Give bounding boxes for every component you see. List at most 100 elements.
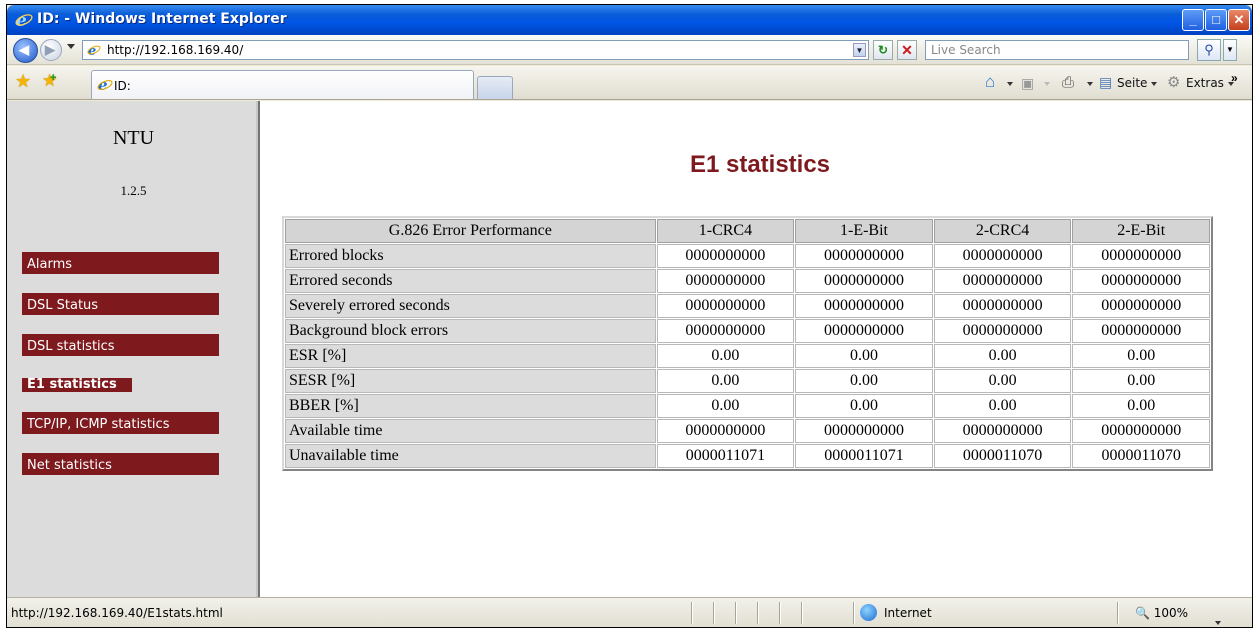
row-label: ESR [%] — [285, 344, 656, 368]
address-toolbar: ◀ ▶ e http://192.168.169.40/ ▼ ↻ ✕ Live … — [7, 35, 1252, 65]
page-content: NTU 1.2.5 Alarms DSL Status DSL statisti… — [7, 101, 1252, 597]
table-row: SESR [%] 0.00 0.00 0.00 0.00 — [285, 369, 1210, 393]
table-cell: 0000000000 — [795, 294, 933, 318]
sidebar-item-net-statistics[interactable]: Net statistics — [22, 453, 219, 475]
table-cell: 0000000000 — [795, 244, 933, 268]
search-input[interactable]: Live Search — [925, 40, 1189, 60]
forward-arrow-icon: ▶ — [45, 42, 55, 57]
feeds-icon[interactable]: ▣ — [1021, 75, 1034, 92]
table-cell: 0.00 — [933, 344, 1072, 368]
sidebar-item-dsl-status[interactable]: DSL Status — [22, 293, 219, 315]
table-cell: 0000000000 — [933, 319, 1072, 343]
table-cell: 0000011071 — [795, 444, 933, 468]
table-cell: 0000000000 — [656, 319, 795, 343]
table-cell: 0000000000 — [1072, 244, 1210, 268]
column-header: 1-CRC4 — [656, 219, 795, 243]
maximize-icon[interactable]: □ — [1205, 9, 1227, 31]
page-menu[interactable]: Seite — [1117, 76, 1158, 90]
row-label: Errored seconds — [285, 269, 656, 293]
status-divider — [691, 602, 693, 624]
table-cell: 0000000000 — [656, 294, 795, 318]
table-cell: 0000000000 — [933, 244, 1072, 268]
zoom-dropdown-icon[interactable] — [1215, 612, 1221, 627]
table-row: Errored seconds 0000000000 0000000000 00000… — [285, 269, 1210, 293]
table-row: Errored blocks 0000000000 0000000000 000000… — [285, 244, 1210, 268]
home-dropdown[interactable] — [1007, 76, 1013, 90]
address-url: http://192.168.169.40/ — [107, 43, 244, 57]
table-cell: 0000000000 — [933, 294, 1072, 318]
tab-command-bar: ★ ★ + e ID: ⌂ ▣ ⎙ ▤ Seite ⚙ Extras » — [7, 66, 1252, 100]
table-cell: 0.00 — [656, 344, 795, 368]
column-header: 2-E-Bit — [1072, 219, 1210, 243]
table-cell: 0.00 — [795, 394, 933, 418]
tab-active[interactable]: e ID: — [91, 70, 474, 99]
tools-menu[interactable]: Extras — [1186, 76, 1234, 90]
tools-gear-icon: ⚙ — [1167, 74, 1181, 91]
status-divider — [801, 602, 803, 624]
search-icon[interactable]: ⚲ — [1197, 39, 1221, 61]
sidebar-item-alarms[interactable]: Alarms — [22, 252, 219, 274]
table-row: Unavailable time 0000011071 0000011071 0000… — [285, 444, 1210, 468]
tools-menu-label: Extras — [1186, 76, 1224, 90]
table-row: Severely errored seconds 0000000000 000000… — [285, 294, 1210, 318]
ie-page-icon: e — [87, 44, 101, 57]
table-cell: 0000011070 — [933, 444, 1072, 468]
row-label: Unavailable time — [285, 444, 656, 468]
sidebar-version: 1.2.5 — [120, 183, 147, 198]
address-dropdown-icon[interactable]: ▼ — [853, 43, 866, 57]
favorites-star-icon[interactable]: ★ — [15, 71, 31, 92]
toolbar-overflow-icon[interactable]: » — [1231, 71, 1238, 85]
home-icon[interactable]: ⌂ — [985, 72, 995, 92]
table-cell: 0000011071 — [656, 444, 795, 468]
ie-tab-icon: e — [97, 77, 113, 93]
row-label: Errored blocks — [285, 244, 656, 268]
table-cell: 0000000000 — [933, 419, 1072, 443]
table-cell: 0000000000 — [656, 269, 795, 293]
sidebar-item-dsl-statistics[interactable]: DSL statistics — [22, 334, 219, 356]
search-options-icon[interactable]: ▼ — [1223, 39, 1237, 61]
table-cell: 0.00 — [933, 369, 1072, 393]
page-icon: ▤ — [1099, 74, 1113, 90]
ie-logo-icon: e — [15, 11, 33, 29]
status-divider — [1117, 602, 1119, 624]
row-label: SESR [%] — [285, 369, 656, 393]
table-cell: 0000000000 — [656, 244, 795, 268]
row-label: Available time — [285, 419, 656, 443]
address-input[interactable]: e http://192.168.169.40/ ▼ — [82, 40, 869, 60]
table-cell: 0000000000 — [795, 269, 933, 293]
zoom-level[interactable]: 🔍 100% — [1135, 606, 1188, 620]
back-button[interactable]: ◀ — [13, 38, 38, 63]
column-header: 2-CRC4 — [933, 219, 1072, 243]
add-favorite-icon[interactable]: ★ + — [42, 71, 57, 91]
stop-icon[interactable]: ✕ — [897, 40, 917, 60]
sidebar-item-tcpip-icmp-statistics[interactable]: TCP/IP, ICMP statistics — [22, 412, 219, 434]
history-dropdown-icon[interactable] — [67, 44, 75, 49]
table-cell: 0000000000 — [1072, 319, 1210, 343]
table-cell: 0000000000 — [933, 269, 1072, 293]
table-cell: 0.00 — [795, 344, 933, 368]
status-divider — [713, 602, 715, 624]
close-icon[interactable]: ✕ — [1228, 9, 1250, 31]
window-title: ID: - Windows Internet Explorer — [37, 11, 287, 27]
minimize-icon[interactable]: _ — [1182, 9, 1204, 31]
table-cell: 0000000000 — [1072, 419, 1210, 443]
print-dropdown[interactable] — [1087, 76, 1093, 90]
table-header-row: G.826 Error Performance 1-CRC4 1-E-Bit 2… — [285, 219, 1210, 243]
table-cell: 0000000000 — [795, 419, 933, 443]
table-cell: 0.00 — [933, 394, 1072, 418]
row-label: Background block errors — [285, 319, 656, 343]
sidebar-title: NTU — [112, 127, 155, 149]
sidebar-item-e1-statistics[interactable]: E1 statistics — [22, 378, 132, 392]
forward-button[interactable]: ▶ — [40, 39, 62, 61]
table-cell: 0.00 — [795, 369, 933, 393]
status-text: http://192.168.169.40/E1stats.html — [11, 606, 223, 620]
row-label: BBER [%] — [285, 394, 656, 418]
back-arrow-icon: ◀ — [19, 42, 29, 57]
table-cell: 0000011070 — [1072, 444, 1210, 468]
zoom-value: 100% — [1153, 606, 1189, 620]
print-icon[interactable]: ⎙ — [1062, 74, 1074, 91]
feeds-dropdown[interactable] — [1044, 76, 1050, 90]
new-tab-button[interactable] — [477, 76, 513, 99]
refresh-icon[interactable]: ↻ — [873, 40, 893, 60]
table-cell: 0000000000 — [1072, 269, 1210, 293]
